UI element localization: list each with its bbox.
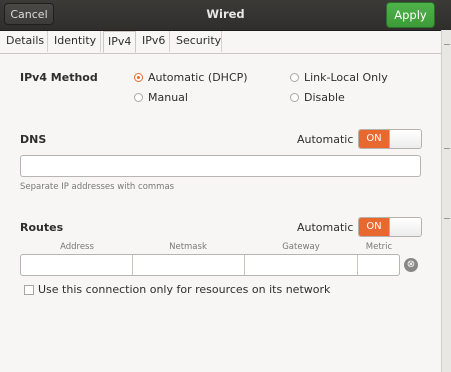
radio-disable[interactable]: Disable xyxy=(290,91,345,104)
background-window-edge xyxy=(441,30,451,372)
switch-knob xyxy=(389,130,421,148)
dns-servers-input[interactable] xyxy=(20,155,421,177)
edge-mark xyxy=(444,138,450,149)
routes-automatic-label: Automatic xyxy=(297,221,354,234)
radio-label: Link-Local Only xyxy=(304,71,388,84)
routes-automatic-switch[interactable]: ON xyxy=(358,217,422,237)
switch-on-label: ON xyxy=(359,218,389,236)
remove-route-button[interactable]: ⊗ xyxy=(404,258,418,272)
header-bar: Cancel Wired Apply xyxy=(0,0,451,31)
tab-security[interactable]: Security xyxy=(172,31,222,52)
radio-label: Automatic (DHCP) xyxy=(148,71,248,84)
route-row xyxy=(20,254,400,276)
switch-on-label: ON xyxy=(359,130,389,148)
dns-automatic-label: Automatic xyxy=(297,133,354,146)
routes-label: Routes xyxy=(20,221,64,234)
only-local-resources-checkbox[interactable]: Use this connection only for resources o… xyxy=(24,283,330,296)
tab-bar: Details Identity IPv4 IPv6 Security xyxy=(0,31,441,54)
radio-icon xyxy=(134,93,143,102)
dns-hint: Separate IP addresses with commas xyxy=(20,182,175,192)
edge-mark xyxy=(444,34,450,45)
apply-button[interactable]: Apply xyxy=(386,2,435,28)
radio-icon xyxy=(290,73,299,82)
route-metric-input[interactable] xyxy=(358,255,399,275)
ipv4-settings-panel: IPv4 Method Automatic (DHCP) Link-Local … xyxy=(0,54,441,372)
dns-label: DNS xyxy=(20,133,47,146)
radio-manual[interactable]: Manual xyxy=(134,91,188,104)
radio-label: Manual xyxy=(148,91,188,104)
route-address-input[interactable] xyxy=(21,255,133,275)
column-header-metric: Metric xyxy=(365,242,393,252)
edge-mark xyxy=(444,208,450,219)
radio-automatic-dhcp[interactable]: Automatic (DHCP) xyxy=(134,71,248,84)
tab-ipv4[interactable]: IPv4 xyxy=(103,31,136,53)
switch-knob xyxy=(389,218,421,236)
dns-automatic-switch[interactable]: ON xyxy=(358,129,422,149)
tab-ipv6[interactable]: IPv6 xyxy=(138,31,170,52)
route-netmask-input[interactable] xyxy=(133,255,245,275)
column-header-netmask: Netmask xyxy=(169,242,207,252)
column-header-address: Address xyxy=(60,242,94,252)
route-gateway-input[interactable] xyxy=(245,255,358,275)
checkbox-label: Use this connection only for resources o… xyxy=(38,283,331,296)
radio-icon xyxy=(290,93,299,102)
dialog-title: Wired xyxy=(206,7,245,21)
checkbox-icon xyxy=(24,284,34,295)
radio-link-local-only[interactable]: Link-Local Only xyxy=(290,71,388,84)
column-header-gateway: Gateway xyxy=(282,242,320,252)
tab-identity[interactable]: Identity xyxy=(50,31,101,52)
ipv4-method-label: IPv4 Method xyxy=(20,71,98,84)
radio-label: Disable xyxy=(304,91,345,104)
radio-selected-icon xyxy=(134,73,143,82)
tab-details[interactable]: Details xyxy=(2,31,48,52)
